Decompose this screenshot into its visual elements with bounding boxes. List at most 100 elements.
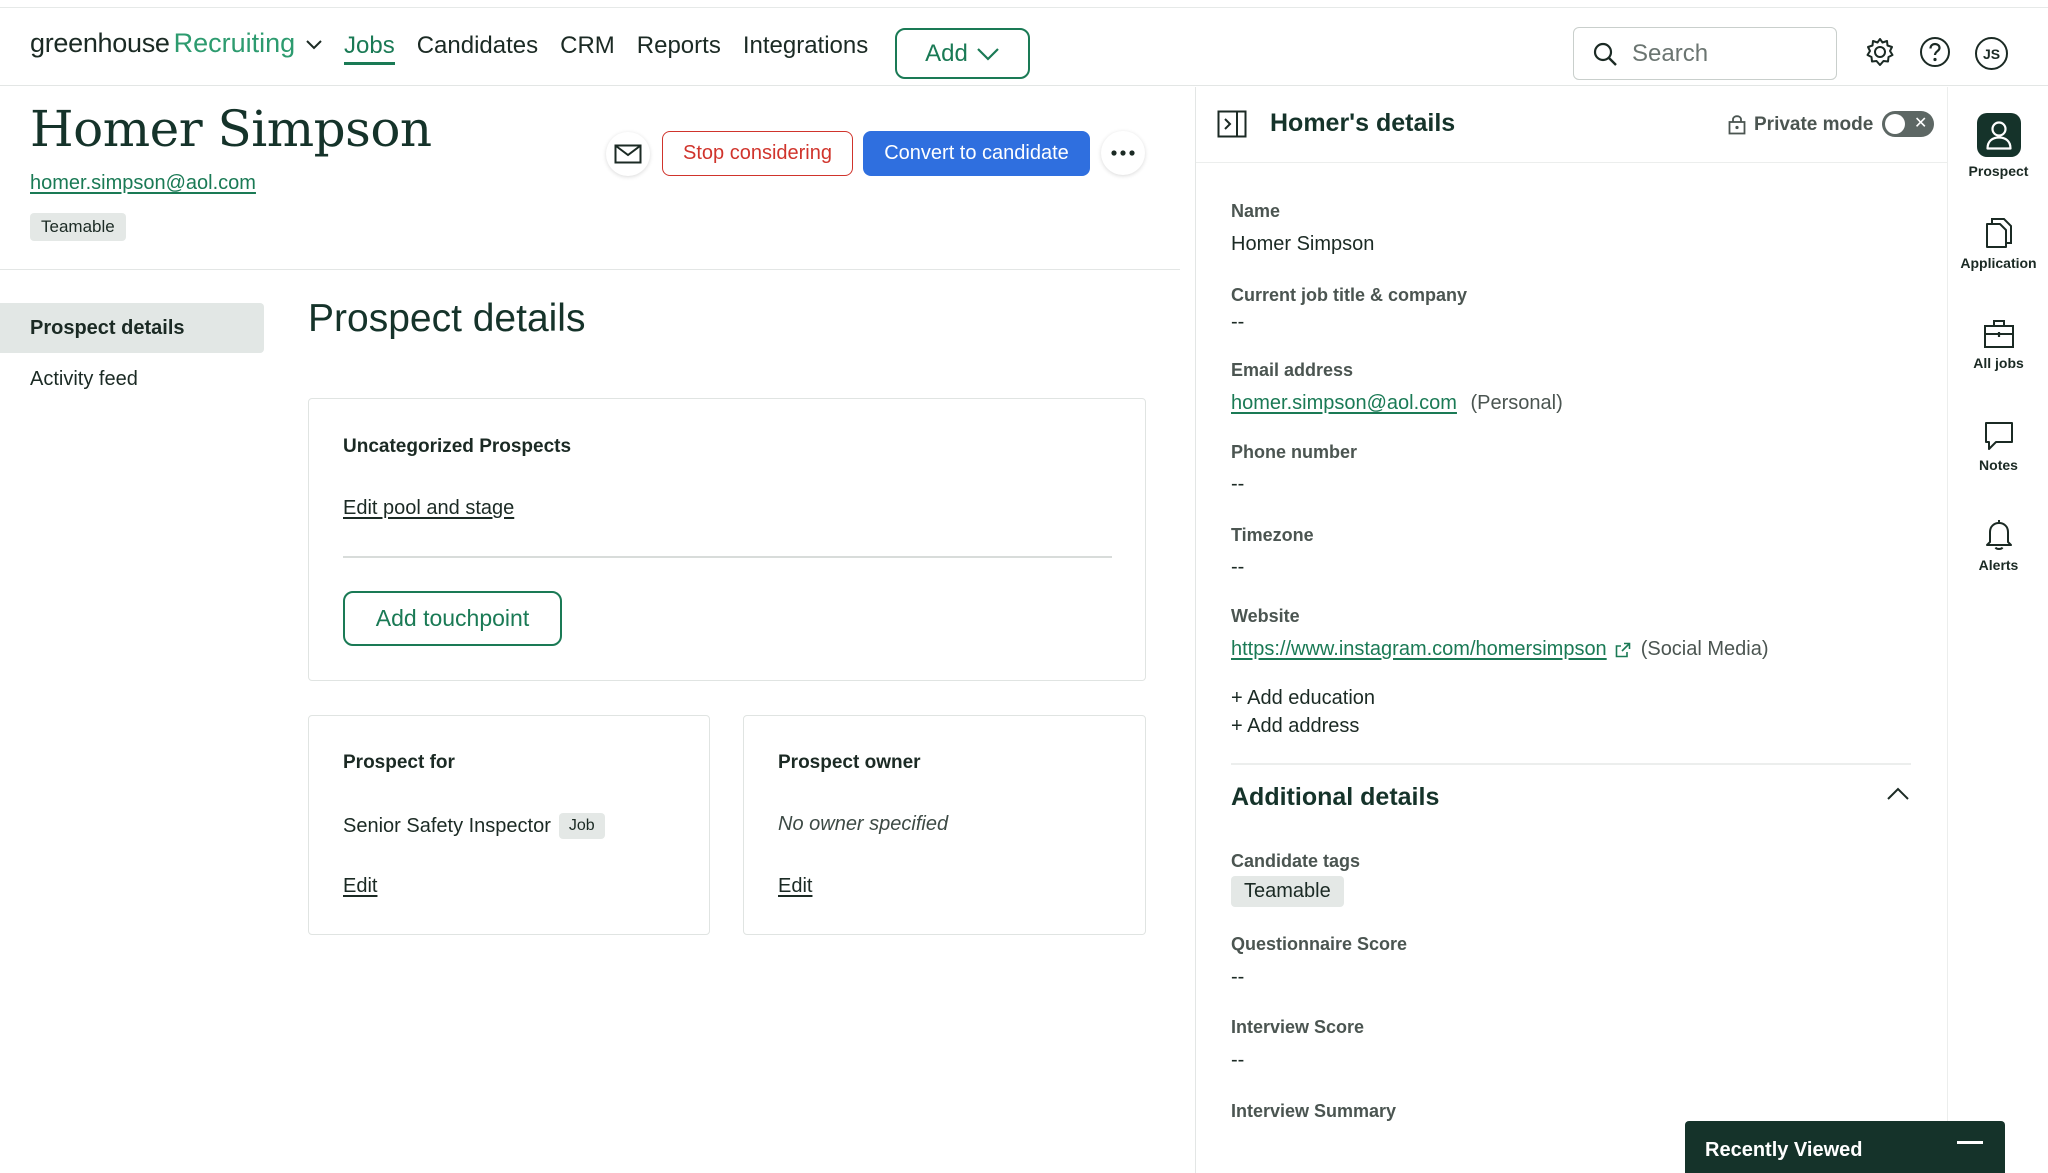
interview-score-value: -- <box>1231 1049 1245 1071</box>
questionnaire-score-value: -- <box>1231 966 1245 988</box>
nav-candidates[interactable]: Candidates <box>417 32 538 65</box>
header-divider <box>0 269 1180 270</box>
brand-name: greenhouse <box>30 28 170 58</box>
candidate-tags-label: Candidate tags <box>1231 851 1361 871</box>
rail-all-jobs[interactable]: All jobs <box>1948 319 2048 371</box>
job-title-label: Current job title & company <box>1231 285 1468 305</box>
prospect-for-title: Prospect for <box>343 752 455 773</box>
chevron-up-icon[interactable] <box>1886 787 1910 801</box>
job-title-value: -- <box>1231 311 1245 333</box>
rail-all-jobs-label: All jobs <box>1973 355 2024 371</box>
section-title: Prospect details <box>308 297 586 340</box>
website-row: https://www.instagram.com/homersimpson (… <box>1231 638 1769 661</box>
pool-name: Uncategorized Prospects <box>343 436 572 457</box>
email-row: homer.simpson@aol.com (Personal) <box>1231 392 1563 415</box>
phone-value: -- <box>1231 473 1245 495</box>
edit-pool-and-stage-link[interactable]: Edit pool and stage <box>343 497 514 520</box>
top-navigation-bar: greenhouse Recruiting Jobs Candidates CR… <box>0 7 2048 86</box>
lock-icon <box>1728 115 1746 135</box>
job-tag: Job <box>558 813 605 839</box>
main-nav: Jobs Candidates CRM Reports Integrations <box>344 32 868 65</box>
subnav-prospect-details[interactable]: Prospect details <box>0 303 264 353</box>
collapse-panel-icon[interactable] <box>1217 110 1247 138</box>
rail-prospect-label: Prospect <box>1968 163 2029 179</box>
timezone-label: Timezone <box>1231 525 1314 545</box>
user-avatar[interactable]: JS <box>1975 37 2008 70</box>
prospect-owner-title: Prospect owner <box>778 752 921 773</box>
candidate-tags: Teamable <box>1231 876 1344 907</box>
search-icon <box>1592 41 1618 67</box>
prospect-email-link[interactable]: homer.simpson@aol.com <box>30 172 256 195</box>
nav-integrations[interactable]: Integrations <box>743 32 868 65</box>
nav-reports[interactable]: Reports <box>637 32 721 65</box>
prospect-name: Homer Simpson <box>30 100 432 158</box>
nav-jobs[interactable]: Jobs <box>344 32 395 65</box>
close-icon: ✕ <box>1914 115 1928 132</box>
search-box[interactable] <box>1573 27 1837 80</box>
help-icon[interactable] <box>1919 36 1951 68</box>
pool-stage-card: Uncategorized Prospects Edit pool and st… <box>308 398 1146 681</box>
ellipsis-icon <box>1111 150 1135 156</box>
external-link-icon[interactable] <box>1615 642 1631 658</box>
bell-icon <box>1984 519 2014 551</box>
prospect-owner-card: Prospect owner No owner specified Edit <box>743 715 1146 935</box>
rail-alerts[interactable]: Alerts <box>1948 519 2048 573</box>
details-panel-header: Homer's details Private mode ✕ <box>1196 87 1948 163</box>
person-icon <box>1976 113 2021 157</box>
candidate-tag: Teamable <box>1231 876 1344 907</box>
chevron-down-icon <box>305 38 323 50</box>
recently-viewed-drawer[interactable]: Recently Viewed <box>1685 1121 2005 1173</box>
add-education-link[interactable]: + Add education <box>1231 687 1375 710</box>
email-button[interactable] <box>606 132 650 176</box>
add-button[interactable]: Add <box>895 28 1030 79</box>
brand-logo[interactable]: greenhouse Recruiting <box>30 28 323 59</box>
minimize-icon[interactable] <box>1957 1141 1983 1144</box>
panel-divider <box>1231 763 1911 765</box>
prospect-tag: Teamable <box>30 213 126 241</box>
website-label: Website <box>1231 606 1300 626</box>
email-value-link[interactable]: homer.simpson@aol.com <box>1231 392 1457 414</box>
private-mode-toggle[interactable]: ✕ <box>1882 111 1934 137</box>
prospect-owner-value: No owner specified <box>778 813 949 835</box>
website-value-link[interactable]: https://www.instagram.com/homersimpson <box>1231 638 1607 661</box>
recently-viewed-label: Recently Viewed <box>1705 1139 1863 1161</box>
email-label: Email address <box>1231 360 1354 380</box>
name-value: Homer Simpson <box>1231 233 1375 255</box>
email-type: (Personal) <box>1470 392 1563 414</box>
more-options-button[interactable] <box>1101 131 1145 175</box>
add-touchpoint-button[interactable]: Add touchpoint <box>343 591 562 646</box>
job-name: Senior Safety Inspector <box>343 815 551 837</box>
interview-summary-label: Interview Summary <box>1231 1101 1397 1121</box>
prospect-for-job: Senior Safety Inspector Job <box>343 813 605 839</box>
add-button-label: Add <box>925 39 968 67</box>
private-mode-label: Private mode <box>1754 114 1874 135</box>
speech-bubble-icon <box>1984 421 2014 451</box>
card-divider <box>343 556 1112 558</box>
documents-icon <box>1984 217 2014 249</box>
rail-application[interactable]: Application <box>1948 217 2048 271</box>
subnav-activity-feed[interactable]: Activity feed <box>0 354 264 404</box>
edit-prospect-for-link[interactable]: Edit <box>343 875 377 898</box>
rail-notes[interactable]: Notes <box>1948 421 2048 473</box>
toggle-knob <box>1885 114 1905 134</box>
questionnaire-score-label: Questionnaire Score <box>1231 934 1408 954</box>
timezone-value: -- <box>1231 556 1245 578</box>
website-type: (Social Media) <box>1640 638 1769 660</box>
envelope-icon <box>614 144 642 164</box>
rail-alerts-label: Alerts <box>1978 557 2019 573</box>
rail-notes-label: Notes <box>1979 457 2018 473</box>
prospect-for-card: Prospect for Senior Safety Inspector Job … <box>308 715 710 935</box>
search-input[interactable] <box>1632 39 1812 68</box>
add-address-link[interactable]: + Add address <box>1231 715 1359 738</box>
gear-icon[interactable] <box>1864 36 1896 68</box>
nav-crm[interactable]: CRM <box>560 32 615 65</box>
additional-details-title: Additional details <box>1231 783 1440 811</box>
rail-prospect[interactable]: Prospect <box>1948 113 2048 179</box>
details-panel-title: Homer's details <box>1270 109 1456 137</box>
edit-prospect-owner-link[interactable]: Edit <box>778 875 812 898</box>
right-rail: Prospect Application All jobs Notes Aler… <box>1947 87 2048 1173</box>
stop-considering-button[interactable]: Stop considering <box>662 131 853 176</box>
details-panel: Homer's details Private mode ✕ Name Home… <box>1195 87 1948 1173</box>
convert-to-candidate-button[interactable]: Convert to candidate <box>863 131 1090 176</box>
phone-label: Phone number <box>1231 442 1358 462</box>
